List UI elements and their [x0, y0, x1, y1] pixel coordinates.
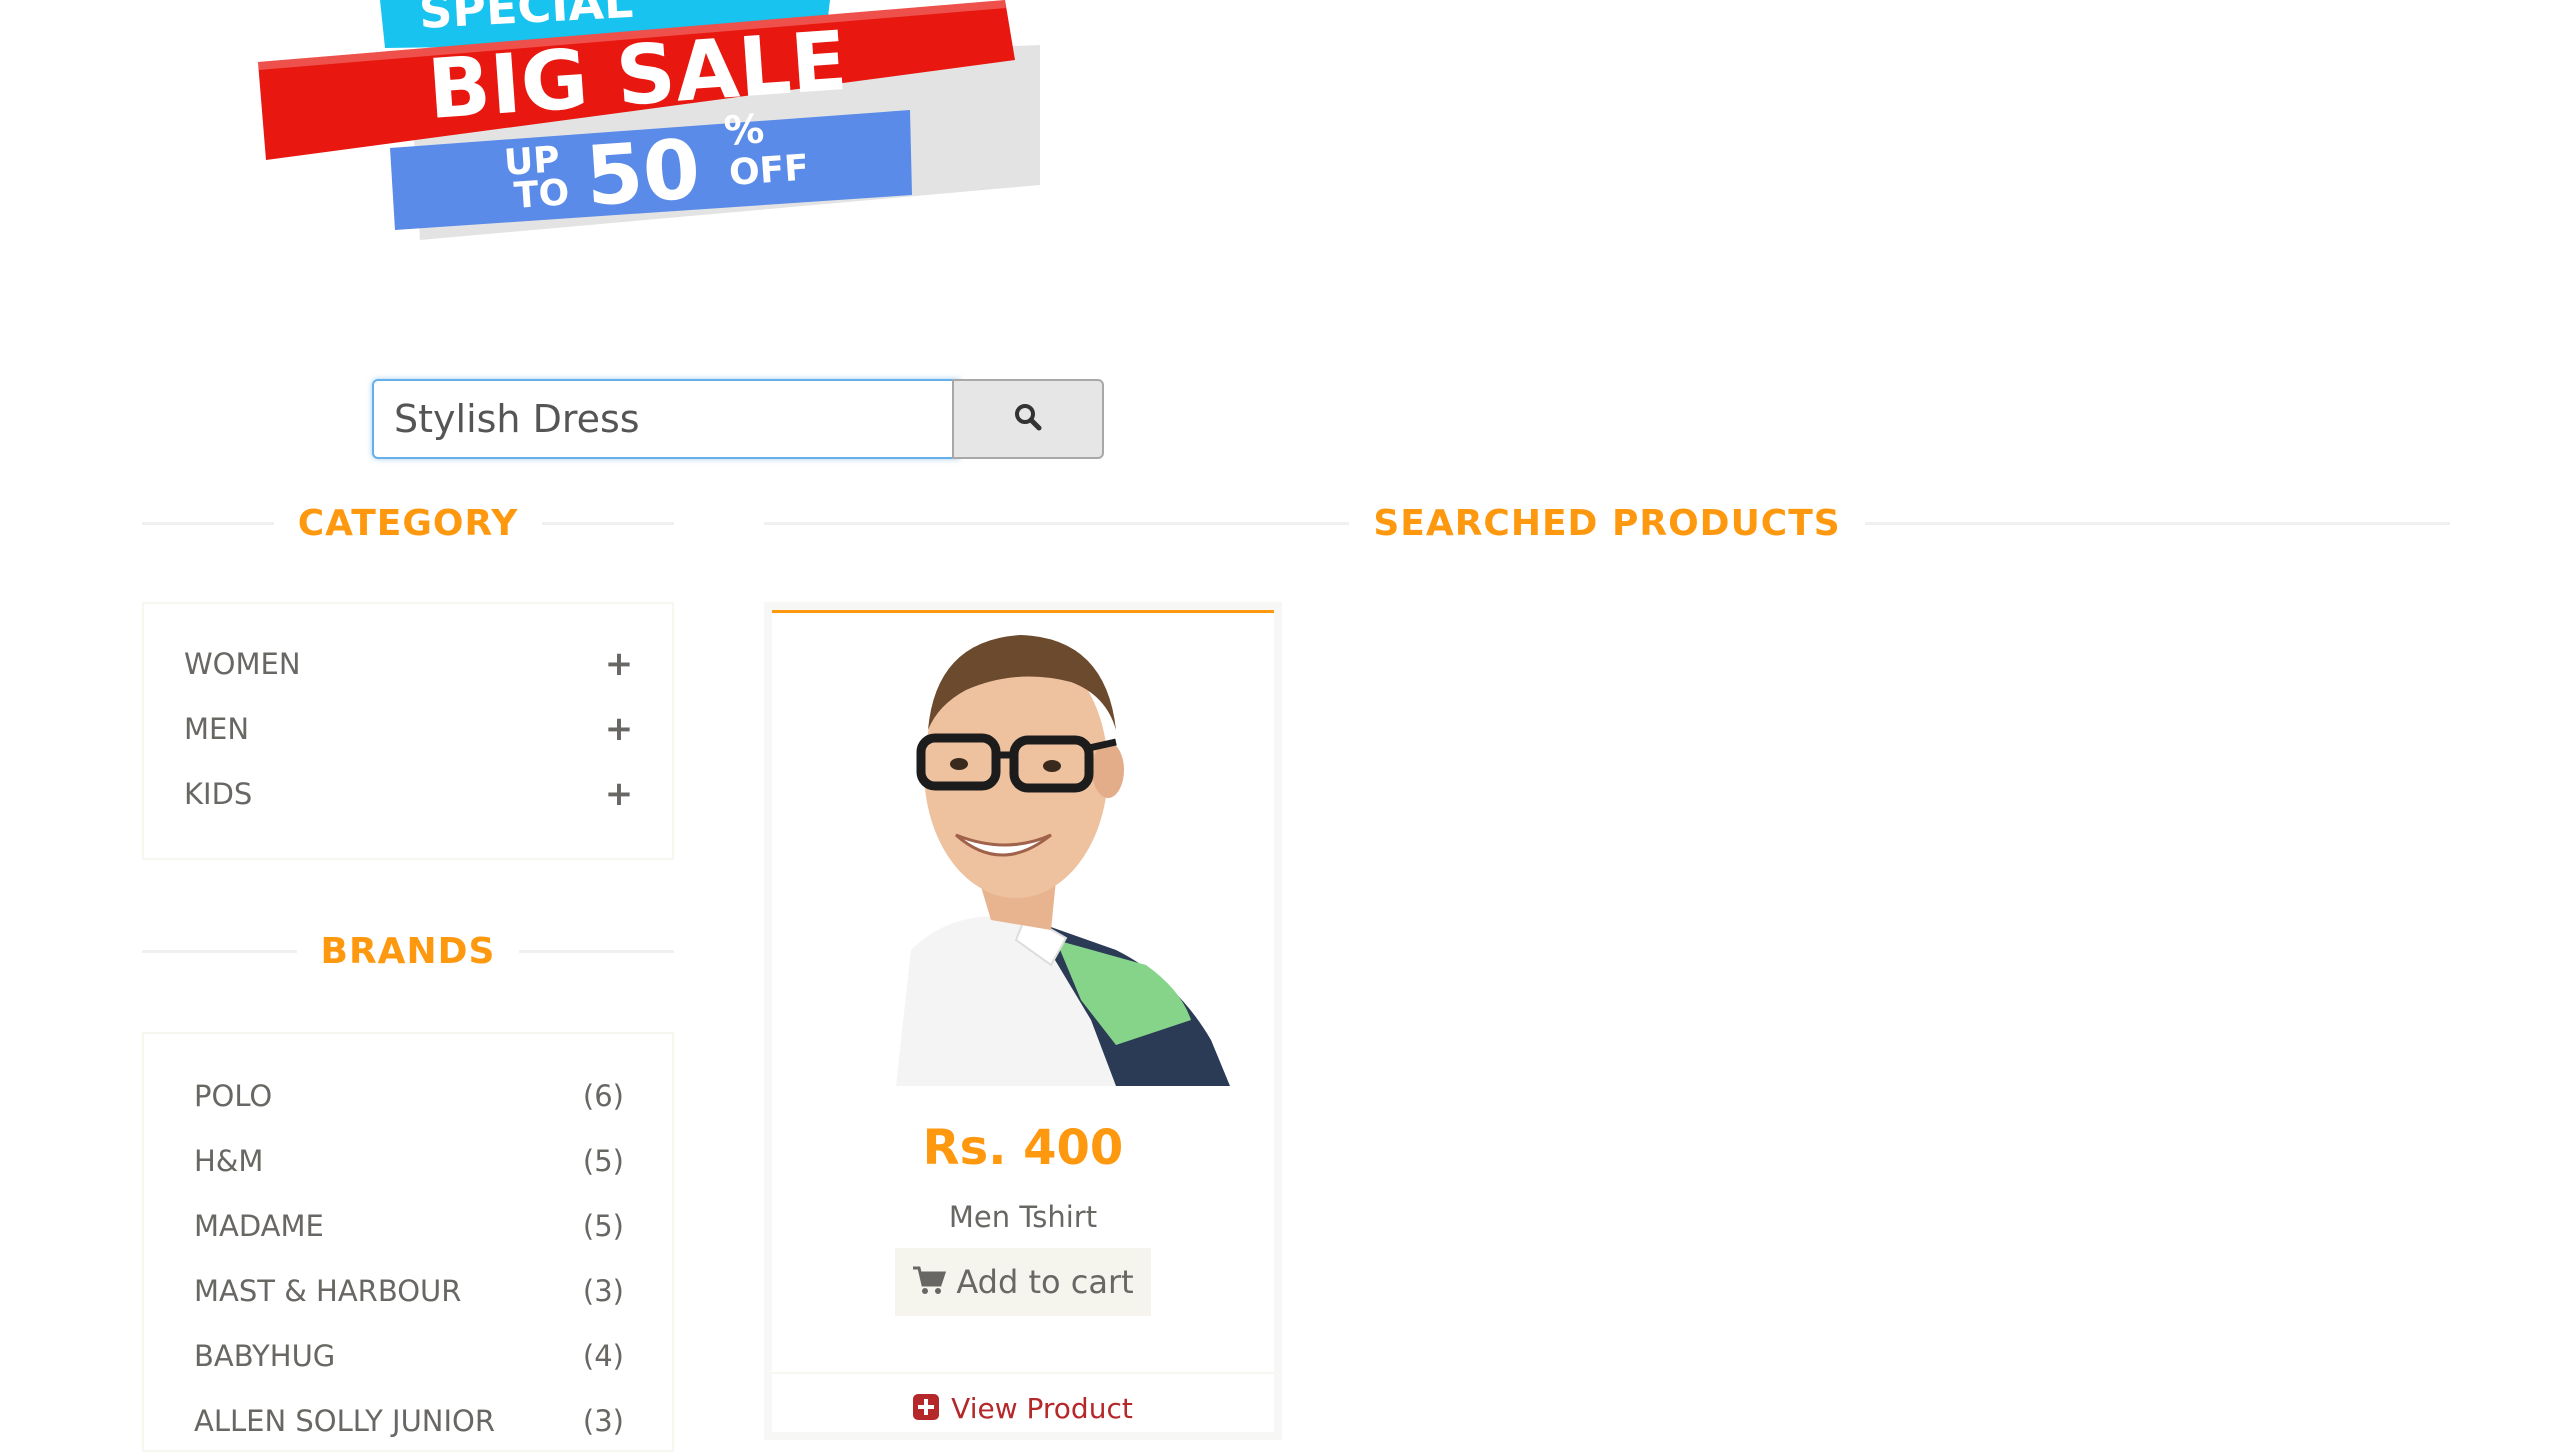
heading-divider	[1864, 521, 2451, 525]
plus-square-icon	[913, 1393, 940, 1424]
category-item-women[interactable]: WOMEN +	[184, 640, 634, 688]
brand-count: (3)	[582, 1404, 624, 1438]
brand-item-allen-solly-junior[interactable]: ALLEN SOLLY JUNIOR (3)	[194, 1397, 624, 1445]
heading-divider	[542, 521, 675, 525]
brand-label: POLO	[194, 1079, 273, 1113]
view-product-label: View Product	[951, 1392, 1133, 1425]
heading-divider	[764, 521, 1350, 525]
brand-item-mast-harbour[interactable]: MAST & HARBOUR (3)	[194, 1267, 624, 1315]
product-price: Rs. 400	[922, 1120, 1124, 1176]
brands-panel: POLO (6) H&M (5) MADAME (5) MAST & HARBO…	[142, 1032, 674, 1452]
brand-count: (4)	[582, 1339, 624, 1373]
brand-count: (3)	[582, 1274, 624, 1308]
category-item-kids[interactable]: KIDS +	[184, 770, 634, 818]
svg-text:TO: TO	[513, 172, 571, 217]
category-panel: WOMEN + MEN + KIDS +	[142, 602, 674, 860]
search-button[interactable]	[952, 379, 1104, 459]
brand-label: ALLEN SOLLY JUNIOR	[194, 1404, 496, 1438]
brands-title: BRANDS	[320, 930, 496, 972]
product-image[interactable]	[816, 620, 1230, 1086]
plus-icon[interactable]: +	[604, 644, 634, 684]
category-item-label: MEN	[184, 712, 250, 746]
card-divider	[772, 1372, 1274, 1374]
svg-text:OFF: OFF	[728, 148, 810, 194]
brands-heading: BRANDS	[142, 926, 674, 976]
product-accent-line	[772, 610, 1274, 613]
brand-count: (5)	[582, 1209, 624, 1243]
results-heading: SEARCHED PRODUCTS	[764, 498, 2451, 548]
svg-text:%: %	[722, 106, 765, 155]
add-to-cart-label: Add to cart	[956, 1263, 1134, 1301]
category-item-men[interactable]: MEN +	[184, 705, 634, 753]
brand-count: (5)	[582, 1144, 624, 1178]
brand-label: BABYHUG	[194, 1339, 336, 1373]
category-heading: CATEGORY	[142, 498, 675, 548]
add-to-cart-button[interactable]: Add to cart	[895, 1248, 1151, 1316]
category-item-label: KIDS	[184, 777, 253, 811]
category-title: CATEGORY	[297, 502, 519, 544]
category-item-label: WOMEN	[184, 647, 301, 681]
sale-banner: SPECIAL BIG SALE UP TO 50 % OFF	[250, 0, 1050, 255]
heading-divider	[519, 949, 674, 953]
search-icon	[1013, 402, 1043, 436]
search-input[interactable]	[372, 379, 960, 459]
brand-label: MADAME	[194, 1209, 324, 1243]
shopping-cart-icon	[912, 1265, 947, 1299]
plus-icon[interactable]: +	[604, 774, 634, 814]
brand-count: (6)	[582, 1079, 624, 1113]
heading-divider	[142, 521, 274, 525]
plus-icon[interactable]: +	[604, 709, 634, 749]
brand-item-polo[interactable]: POLO (6)	[194, 1072, 624, 1120]
heading-divider	[142, 949, 297, 953]
brand-item-madame[interactable]: MADAME (5)	[194, 1202, 624, 1250]
view-product-link[interactable]: View Product	[772, 1392, 1274, 1425]
svg-text:50: 50	[583, 122, 703, 225]
brand-item-babyhug[interactable]: BABYHUG (4)	[194, 1332, 624, 1380]
sale-banner-graphic: SPECIAL BIG SALE UP TO 50 % OFF	[258, 0, 1040, 240]
product-name: Men Tshirt	[948, 1200, 1098, 1234]
results-title: SEARCHED PRODUCTS	[1373, 502, 1841, 544]
search-bar	[372, 379, 1104, 459]
product-card: Rs. 400 Men Tshirt Add to cart View Prod…	[764, 602, 1282, 1440]
brand-item-hm[interactable]: H&M (5)	[194, 1137, 624, 1185]
brand-label: H&M	[194, 1144, 264, 1178]
brand-label: MAST & HARBOUR	[194, 1274, 462, 1308]
